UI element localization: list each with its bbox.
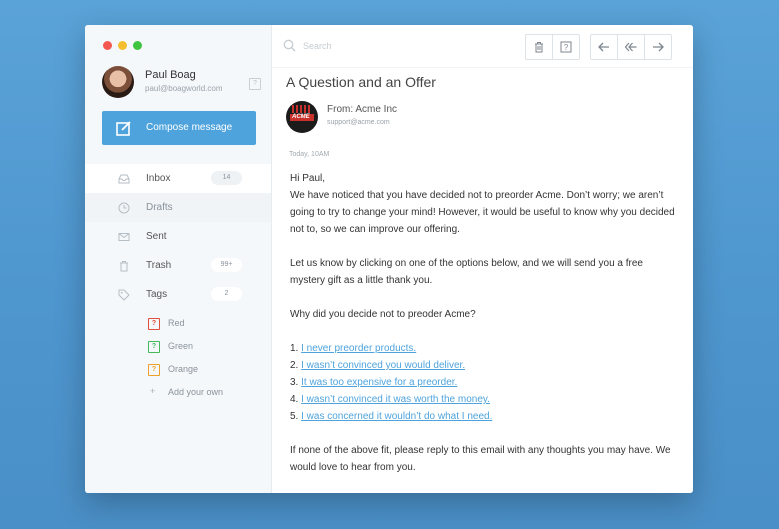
email-question: Why did you decide not to preoder Acme? (290, 309, 476, 320)
reply-icon (598, 42, 609, 52)
tags-count-badge: 2 (211, 287, 242, 301)
option-link[interactable]: It was too expensive for a preorder. (301, 377, 457, 388)
mailbox-nav: Inbox 14 Drafts Sent Trash 99+ Tags 2 (85, 164, 271, 309)
search-icon (283, 39, 296, 52)
tag-label-orange: Orange (168, 364, 199, 374)
user-profile: Paul Boag paul@boagworld.com ? (102, 66, 262, 98)
message-actions-group: ? (525, 34, 580, 60)
delete-button[interactable] (526, 35, 552, 59)
option-item: 3. It was too expensive for a preorder. (290, 374, 680, 391)
sender-name: From: Acme Inc (327, 104, 398, 115)
option-link[interactable]: I wasn’t convinced you would deliver. (301, 360, 465, 371)
tag-button[interactable]: ? (552, 35, 579, 59)
nav-label-tags: Tags (146, 289, 168, 300)
maximize-window-button[interactable] (133, 41, 142, 50)
sidebar: Paul Boag paul@boagworld.com ? Compose m… (85, 25, 272, 493)
clock-icon (118, 202, 130, 214)
option-link[interactable]: I never preorder products. (301, 343, 416, 354)
nav-item-trash[interactable]: Trash 99+ (85, 251, 271, 280)
email-subject: A Question and an Offer (286, 74, 436, 90)
help-icon: ? (560, 41, 572, 53)
envelope-icon (118, 233, 130, 241)
tag-item-red[interactable]: ? Red (85, 315, 271, 338)
tag-label-red: Red (168, 318, 185, 328)
sender-email: support@acme.com (327, 119, 390, 126)
option-number: 2. (290, 360, 299, 371)
forward-button[interactable] (644, 35, 671, 59)
profile-email: paul@boagworld.com (145, 84, 223, 93)
forward-icon (653, 42, 664, 52)
nav-label-inbox: Inbox (146, 173, 171, 184)
nav-item-inbox[interactable]: Inbox 14 (85, 164, 271, 193)
svg-text:?: ? (564, 43, 569, 52)
compose-label: Compose message (146, 122, 233, 133)
option-number: 4. (290, 394, 299, 405)
minimize-window-button[interactable] (118, 41, 127, 50)
nav-item-sent[interactable]: Sent (85, 222, 271, 251)
nav-item-drafts[interactable]: Drafts (85, 193, 271, 222)
edit-profile-icon[interactable]: ? (249, 78, 261, 90)
option-item: 1. I never preorder products. (290, 340, 680, 357)
nav-label-sent: Sent (146, 231, 167, 242)
window-controls (103, 41, 142, 50)
option-item: 4. I wasn’t convinced it was worth the m… (290, 391, 680, 408)
email-paragraph: Let us know by clicking on one of the op… (290, 258, 643, 286)
profile-name: Paul Boag (145, 69, 196, 81)
email-date: Today, 10AM (289, 151, 330, 158)
option-link[interactable]: I wasn’t convinced it was worth the mone… (301, 394, 490, 405)
close-window-button[interactable] (103, 41, 112, 50)
email-closing: If none of the above fit, please reply t… (290, 445, 671, 473)
edit-icon (116, 121, 131, 136)
email-body: Hi Paul, We have noticed that you have d… (290, 170, 680, 476)
message-pane: ? (272, 25, 693, 493)
email-paragraph: We have noticed that you have decided no… (290, 190, 675, 235)
inbox-icon (118, 174, 130, 184)
avatar (102, 66, 134, 98)
mail-window: Paul Boag paul@boagworld.com ? Compose m… (85, 25, 693, 493)
sender-logo: ACME (286, 101, 318, 133)
nav-label-trash: Trash (146, 260, 172, 271)
option-item: 2. I wasn’t convinced you would deliver. (290, 357, 680, 374)
compose-button[interactable]: Compose message (102, 111, 256, 145)
tag-icon (118, 289, 130, 301)
option-number: 1. (290, 343, 299, 354)
tag-label-green: Green (168, 341, 194, 351)
tag-list: ? Red ? Green ? Orange + Add your own (85, 315, 271, 407)
trash-icon (120, 261, 128, 272)
tag-item-green[interactable]: ? Green (85, 338, 271, 361)
email-greeting: Hi Paul, (290, 173, 326, 184)
reply-all-icon (625, 42, 637, 52)
trash-count-badge: 99+ (211, 258, 242, 272)
tag-item-orange[interactable]: ? Orange (85, 361, 271, 384)
option-number: 5. (290, 411, 299, 422)
option-number: 3. (290, 377, 299, 388)
reply-all-button[interactable] (617, 35, 644, 59)
trash-icon (535, 42, 543, 53)
logo-text: ACME (292, 114, 310, 120)
option-link[interactable]: I was concerned it wouldn’t do what I ne… (301, 411, 492, 422)
message-toolbar: ? (272, 25, 693, 68)
nav-item-tags[interactable]: Tags 2 (85, 280, 271, 309)
inbox-count-badge: 14 (211, 171, 242, 185)
nav-label-drafts: Drafts (146, 202, 173, 213)
red-tag-icon: ? (148, 318, 160, 330)
reply-actions-group (590, 34, 672, 60)
add-tag-label: Add your own (168, 387, 224, 397)
green-tag-icon: ? (148, 341, 160, 353)
add-tag-item[interactable]: + Add your own (85, 384, 271, 407)
search-input[interactable] (303, 39, 483, 53)
orange-tag-icon: ? (148, 364, 160, 376)
plus-icon: + (150, 386, 156, 396)
option-item: 5. I was concerned it wouldn’t do what I… (290, 408, 680, 425)
reply-button[interactable] (591, 35, 617, 59)
